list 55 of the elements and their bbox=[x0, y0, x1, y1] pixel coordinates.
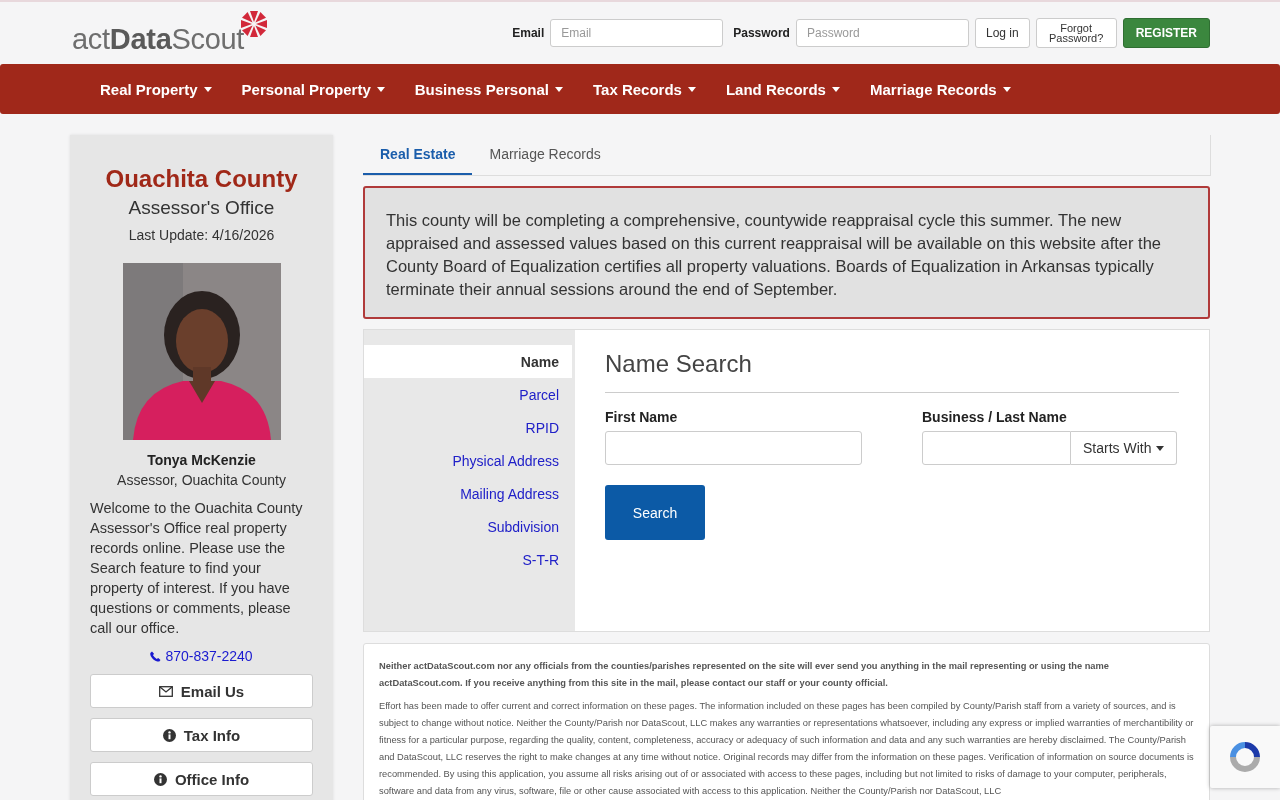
search-type-item[interactable]: Subdivision bbox=[364, 510, 575, 543]
office-subtitle: Assessor's Office bbox=[128, 197, 275, 219]
person-name: Tonya McKenzie bbox=[147, 452, 256, 468]
forgot-password-button[interactable]: Forgot Password? bbox=[1035, 18, 1117, 48]
caret-icon bbox=[376, 86, 385, 92]
last-update: Last Update: 4/16/2026 bbox=[128, 227, 275, 243]
search-type-item[interactable]: Name bbox=[364, 345, 572, 378]
county-title: Ouachita County bbox=[105, 165, 298, 193]
input-field[interactable] bbox=[922, 431, 1071, 465]
password-label: Password bbox=[733, 26, 790, 40]
match-dropdown[interactable]: Starts With bbox=[1071, 431, 1178, 465]
email-field[interactable]: Email bbox=[550, 19, 724, 47]
caret-icon bbox=[687, 86, 696, 92]
input-field[interactable] bbox=[605, 431, 862, 465]
nav-menu-item[interactable]: Real Property bbox=[100, 80, 212, 98]
tab[interactable]: Marriage Records bbox=[472, 135, 618, 175]
disclaimer-text: Effort has been made to offer current and correct information on these pages. The information included on these pages has been compiled by County/Parish staff from a variety of sources, and is subject to change without notice. Neither the County/Parish nor DataScout, LLC makes any warranties or representations whatsoever, including any express or implied warranties of merchantibility or fitness for a particular purpose, regarding the quality, content, completeness, accuracy or adequacy of such information and data and any such warranties are hereby disclaimed. The County/Parish and DataScout, LLC reserves the right to make changes at any time without notice. Original records may differ from the information on these pages. Verification of information on source documents is recommended. By using this application, you assume all risks arising out of or associated with access to these pages, including but not limited to risks of damage to your computer, peripherals, software and data from any virus, software, file or other cause associated with access to this application. Neither the County/Parish nor DataScout, LLC bbox=[379, 700, 1194, 798]
nav-menu-item[interactable]: Land Records bbox=[725, 80, 840, 98]
search-button[interactable]: Search bbox=[605, 485, 705, 540]
disclaimer-warning: Neither actDataScout.com nor any officials from the counties/parishes represented on the site will ever send you anything in the mail representing or using the name actDataScout.com. If you receive anything from this site in the mail, please contact our staff or your county official. bbox=[379, 660, 1110, 690]
site-logo[interactable]: actDataScout bbox=[72, 22, 245, 56]
phone-link[interactable]: 870-837-2240 bbox=[150, 648, 253, 664]
caret-icon bbox=[203, 86, 212, 92]
nav-menu-item[interactable]: Tax Records bbox=[593, 80, 696, 98]
form-title: Name Search bbox=[605, 350, 1179, 393]
email-label: Email bbox=[512, 26, 545, 40]
register-button[interactable]: REGISTER bbox=[1122, 18, 1210, 48]
info-icon bbox=[162, 728, 176, 742]
sidebar-button[interactable]: Tax Info bbox=[90, 718, 313, 752]
nav-menu-item[interactable]: Business Personal bbox=[414, 80, 563, 98]
search-type-item[interactable]: S-T-R bbox=[364, 543, 575, 576]
caret-icon bbox=[1156, 445, 1165, 451]
login-button[interactable]: Log in bbox=[974, 18, 1030, 48]
person-title: Assessor, Ouachita County bbox=[117, 472, 286, 488]
field-label: First Name bbox=[605, 409, 679, 425]
search-type-item[interactable]: Mailing Address bbox=[364, 477, 575, 510]
tab[interactable]: Real Estate bbox=[363, 135, 473, 175]
nav-menu-item[interactable]: Personal Property bbox=[241, 80, 385, 98]
field-label: Business / Last Name bbox=[922, 409, 1068, 425]
search-type-item[interactable]: Physical Address bbox=[364, 444, 575, 477]
info-icon bbox=[153, 772, 167, 786]
nav-menu-item[interactable]: Marriage Records bbox=[869, 80, 1011, 98]
search-type-item[interactable]: Parcel bbox=[364, 378, 575, 411]
captcha-badge[interactable] bbox=[1210, 726, 1280, 788]
password-field[interactable]: Password bbox=[795, 19, 969, 47]
search-type-item[interactable]: RPID bbox=[364, 411, 575, 444]
envelope-icon bbox=[158, 685, 173, 697]
sidebar-button[interactable]: Office Info bbox=[90, 762, 313, 796]
caret-icon bbox=[831, 86, 840, 92]
phone-icon bbox=[150, 650, 162, 662]
caret-icon bbox=[555, 86, 563, 92]
welcome-text: Welcome to the Ouachita County Assessor's Office real property records online. Please use the Search feature to find your property of interest. If you have questions or comments, please call our office. bbox=[90, 499, 304, 638]
sidebar-button[interactable]: Email Us bbox=[90, 674, 313, 708]
notice-banner: This county will be completing a comprehensive, countywide reappraisal cycle this summer. The new appraised and assessed values based on this current reappraisal will be available on this website after the County Board of Equalization certifies all property valuations. Boards of Equalization in Arkansas typically terminate their annual sessions around the end of September. bbox=[363, 186, 1210, 319]
caret-icon bbox=[1002, 86, 1011, 92]
